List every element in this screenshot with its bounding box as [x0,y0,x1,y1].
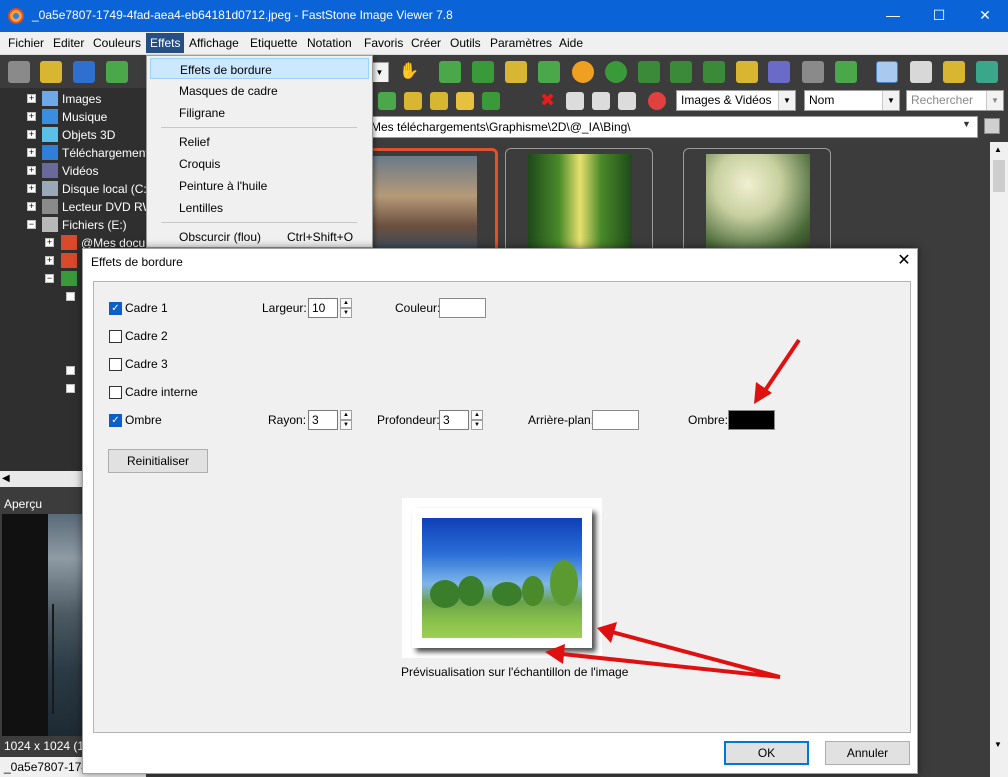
arrow-to-ombre-swatch [754,338,801,404]
arrow-to-preview-caption [545,644,781,679]
annotation-arrows [545,338,801,679]
